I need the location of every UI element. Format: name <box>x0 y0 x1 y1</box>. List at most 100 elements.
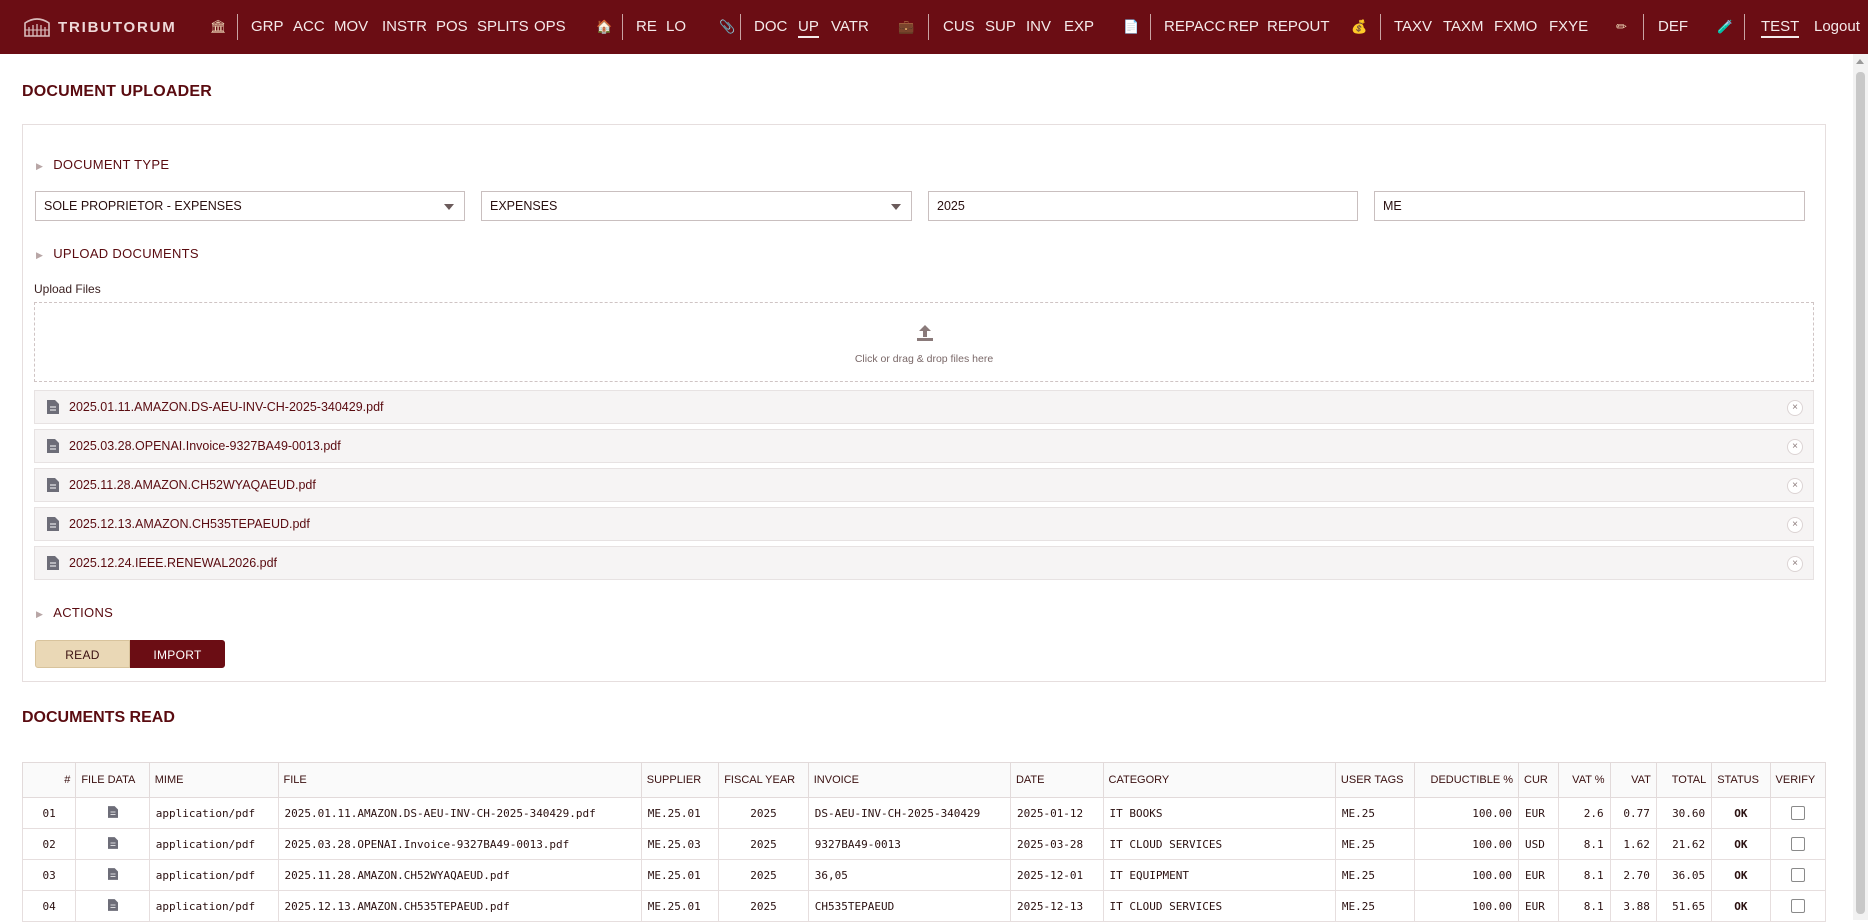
remove-file-button[interactable]: × <box>1787 439 1803 455</box>
column-header[interactable]: VERIFY <box>1769 762 1827 798</box>
nav-def[interactable]: DEF <box>1658 0 1688 54</box>
file-icon <box>107 898 118 911</box>
section-actions[interactable]: ▶ ACTIONS <box>36 605 113 620</box>
nav-grp[interactable]: GRP <box>251 0 284 54</box>
nav-fxmo[interactable]: FXMO <box>1494 0 1537 54</box>
test-tube-icon[interactable]: 🧪 <box>1717 0 1733 54</box>
column-header[interactable]: MIME <box>148 762 279 798</box>
nav-acc[interactable]: ACC <box>293 0 325 54</box>
column-header[interactable]: CATEGORY <box>1102 762 1336 798</box>
nav-fxye[interactable]: FXYE <box>1549 0 1588 54</box>
entity-select-value: SOLE PROPRIETOR - EXPENSES <box>44 199 242 213</box>
column-header[interactable]: DEDUCTIBLE % <box>1414 762 1520 798</box>
file-data-cell[interactable] <box>75 859 150 891</box>
uploaded-file-item: 2025.01.11.AMAZON.DS-AEU-INV-CH-2025-340… <box>34 390 1814 424</box>
remove-file-button[interactable]: × <box>1787 517 1803 533</box>
verify-checkbox[interactable] <box>1790 868 1805 882</box>
section-upload-documents[interactable]: ▶ UPLOAD DOCUMENTS <box>36 246 199 261</box>
column-header[interactable]: CUR <box>1518 762 1560 798</box>
tag-code-input[interactable]: ME <box>1374 191 1805 221</box>
brand[interactable]: TRIBUTORUM <box>22 14 177 40</box>
uploaded-file-name: 2025.03.28.OPENAI.Invoice-9327BA49-0013.… <box>69 439 341 453</box>
status-badge: OK <box>1711 859 1771 891</box>
nav-up[interactable]: UP <box>798 0 819 54</box>
file-data-cell[interactable] <box>75 797 150 829</box>
column-header[interactable]: INVOICE <box>807 762 1011 798</box>
column-header[interactable]: VAT <box>1609 762 1657 798</box>
nav-sup[interactable]: SUP <box>985 0 1016 54</box>
column-header[interactable]: VAT % <box>1558 762 1611 798</box>
logout-link[interactable]: Logout <box>1814 0 1860 54</box>
uploaded-file-item: 2025.12.13.AMAZON.CH535TEPAEUD.pdf × <box>34 507 1814 541</box>
nav-mov[interactable]: MOV <box>334 0 368 54</box>
document-icon[interactable]: 📄 <box>1123 0 1139 54</box>
row-number[interactable]: 02 <box>21 828 77 860</box>
nav-exp[interactable]: EXP <box>1064 0 1094 54</box>
column-header[interactable]: DATE <box>1009 762 1104 798</box>
bank-icon[interactable]: 🏛 <box>210 0 227 54</box>
verify-checkbox[interactable] <box>1790 899 1805 913</box>
row-number[interactable]: 03 <box>21 859 77 891</box>
nav-test[interactable]: TEST <box>1761 0 1800 54</box>
nav-splits[interactable]: SPLITS <box>477 0 529 54</box>
colosseum-logo-icon <box>24 18 50 37</box>
nav-taxm[interactable]: TAXM <box>1443 0 1484 54</box>
column-header[interactable]: USER TAGS <box>1334 762 1416 798</box>
nav-rep[interactable]: REP <box>1228 0 1259 54</box>
column-header[interactable]: FILE DATA <box>75 762 150 798</box>
verify-checkbox[interactable] <box>1790 806 1805 820</box>
money-bag-icon[interactable]: 💰 <box>1351 0 1367 54</box>
nav-repout[interactable]: REPOUT <box>1267 0 1330 54</box>
chevron-down-icon <box>444 204 454 210</box>
column-header[interactable]: STATUS <box>1711 762 1771 798</box>
date-cell: 2025-12-13 <box>1009 890 1104 922</box>
file-data-cell[interactable] <box>75 828 150 860</box>
column-header[interactable]: SUPPLIER <box>640 762 720 798</box>
briefcase-icon[interactable]: 💼 <box>898 0 914 54</box>
scroll-up-arrow-icon[interactable] <box>1856 59 1864 64</box>
remove-file-button[interactable]: × <box>1787 556 1803 572</box>
nav-ops[interactable]: OPS <box>534 0 566 54</box>
nav-vatr[interactable]: VATR <box>831 0 869 54</box>
file-data-cell[interactable] <box>75 890 150 922</box>
document-kind-value: EXPENSES <box>490 199 558 213</box>
nav-repacc[interactable]: REPACC <box>1164 0 1225 54</box>
invoice-cell: 36,05 <box>807 859 1011 891</box>
nav-cus[interactable]: CUS <box>943 0 975 54</box>
nav-taxv[interactable]: TAXV <box>1394 0 1432 54</box>
remove-file-button[interactable]: × <box>1787 400 1803 416</box>
home-icon[interactable]: 🏠 <box>596 0 612 54</box>
import-button[interactable]: IMPORT <box>130 640 225 668</box>
column-header[interactable]: TOTAL <box>1655 762 1713 798</box>
vat-cell: 2.70 <box>1609 859 1657 891</box>
column-header[interactable]: FILE <box>277 762 642 798</box>
read-button[interactable]: READ <box>35 640 130 668</box>
vat-percent-cell: 8.1 <box>1558 828 1611 860</box>
document-kind-select[interactable]: EXPENSES <box>481 191 912 221</box>
verify-checkbox[interactable] <box>1790 837 1805 851</box>
nav-doc[interactable]: DOC <box>754 0 787 54</box>
remove-file-button[interactable]: × <box>1787 478 1803 494</box>
nav-lo[interactable]: LO <box>666 0 686 54</box>
nav-instr[interactable]: INSTR <box>382 0 427 54</box>
section-document-type[interactable]: ▶ DOCUMENT TYPE <box>36 157 169 172</box>
row-number[interactable]: 01 <box>21 797 77 829</box>
supplier-cell: ME.25.03 <box>640 828 720 860</box>
pencil-icon[interactable]: ✏ <box>1616 0 1627 54</box>
supplier-cell: ME.25.01 <box>640 797 720 829</box>
paperclip-icon[interactable]: 📎 <box>719 0 735 54</box>
column-header[interactable]: # <box>21 762 77 798</box>
file-dropzone[interactable]: Click or drag & drop files here <box>34 302 1814 382</box>
user-tags-cell: ME.25 <box>1334 859 1416 891</box>
column-header[interactable]: FISCAL YEAR <box>718 762 809 798</box>
scrollbar-thumb[interactable] <box>1856 72 1865 914</box>
nav-pos[interactable]: POS <box>436 0 468 54</box>
user-tags-cell: ME.25 <box>1334 797 1416 829</box>
row-number[interactable]: 04 <box>21 890 77 922</box>
nav-inv[interactable]: INV <box>1026 0 1051 54</box>
category-cell: IT BOOKS <box>1102 797 1336 829</box>
nav-re[interactable]: RE <box>636 0 657 54</box>
entity-select[interactable]: SOLE PROPRIETOR - EXPENSES <box>35 191 465 221</box>
fiscal-year-input[interactable]: 2025 <box>928 191 1358 221</box>
vertical-scrollbar[interactable] <box>1853 54 1868 920</box>
